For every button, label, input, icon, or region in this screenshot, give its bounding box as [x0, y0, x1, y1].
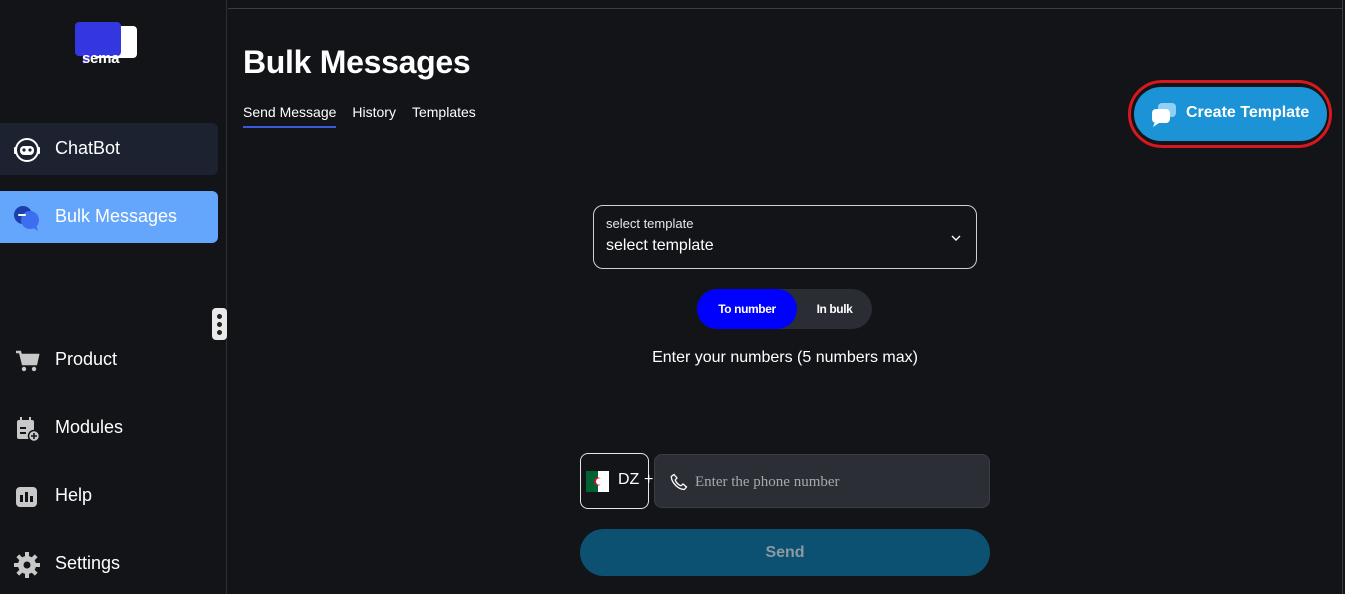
chatbot-icon [14, 138, 40, 162]
tab-send-message[interactable]: Send Message [243, 104, 337, 128]
sidebar-item-modules[interactable]: Modules [0, 402, 218, 454]
country-selector[interactable]: DZ [580, 453, 649, 509]
dial-prefix: + [644, 471, 654, 488]
sidebar-item-chatbot[interactable]: ChatBot [0, 123, 218, 175]
dot-icon [217, 321, 222, 327]
send-button[interactable]: Send [580, 529, 990, 576]
sidebar-item-label: Bulk Messages [55, 206, 178, 226]
dot-icon [217, 329, 222, 335]
toggle-to-number[interactable]: To number [697, 289, 797, 329]
tab-templates[interactable]: Templates [412, 104, 476, 128]
dot-icon [217, 313, 222, 319]
numbers-hint: Enter your numbers (5 numbers max) [652, 349, 918, 366]
sidebar-collapse-handle[interactable] [212, 308, 227, 340]
calendar-plus-icon [17, 417, 41, 443]
chevron-down-icon [951, 235, 961, 241]
create-template-button[interactable]: Create Template [1134, 87, 1327, 141]
top-divider [228, 8, 1342, 9]
sidebar-item-label: Help [55, 485, 93, 505]
help-icon [16, 487, 37, 507]
algeria-flag-icon [586, 471, 609, 492]
toggle-in-bulk[interactable]: In bulk [797, 289, 872, 329]
phone-input[interactable] [695, 465, 985, 499]
tab-history[interactable]: History [352, 104, 396, 128]
sidebar-item-settings[interactable]: Settings [0, 538, 218, 590]
tab-bar: Send Message History Templates [243, 104, 476, 128]
create-template-label: Create Template [1186, 104, 1310, 121]
sidebar-item-label: Modules [55, 417, 124, 437]
sidebar-item-help[interactable]: Help [0, 470, 218, 522]
chat-bubbles-icon [14, 206, 39, 231]
sidebar-item-bulk-messages[interactable]: Bulk Messages [0, 191, 218, 243]
brand-name: sema [82, 50, 120, 67]
phone-icon [670, 473, 688, 491]
template-select-value: select template [606, 237, 714, 254]
sidebar: sema ChatBot Bulk Messages Product Modul… [0, 0, 227, 594]
recipient-mode-toggle: To number In bulk [697, 289, 872, 329]
page-title: Bulk Messages [243, 44, 471, 80]
sidebar-item-label: ChatBot [55, 138, 121, 158]
country-code: DZ [618, 471, 640, 488]
right-divider [1342, 0, 1343, 594]
phone-field [654, 454, 990, 508]
gear-icon [14, 552, 40, 578]
template-select-label: select template [606, 216, 694, 231]
chat-bubble-icon [1152, 103, 1176, 127]
template-select[interactable]: select template select template [593, 205, 977, 269]
sidebar-item-label: Settings [55, 553, 121, 573]
